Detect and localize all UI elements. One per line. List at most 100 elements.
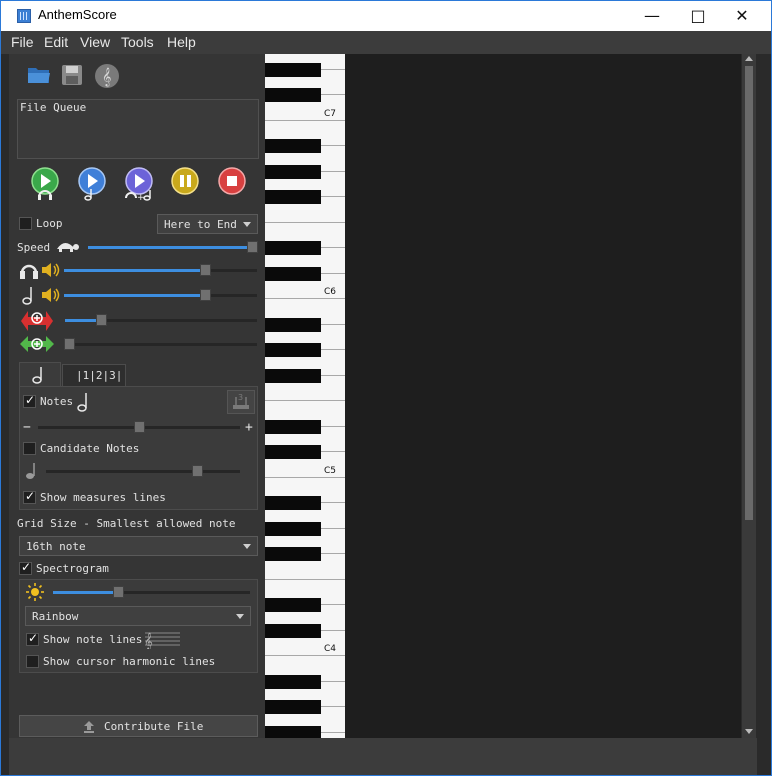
minimize-button[interactable]: — [629, 1, 675, 31]
time-zoom-slider[interactable] [63, 338, 257, 350]
audio-volume-fill [64, 269, 205, 272]
notes-volume-slider[interactable] [64, 289, 257, 301]
vertical-scrollbar[interactable] [742, 54, 756, 738]
menu-edit[interactable]: Edit [44, 34, 68, 50]
speed-slider[interactable] [88, 241, 258, 253]
play-audio-button[interactable] [31, 167, 59, 200]
tab-measures[interactable]: |1|2|3| [62, 364, 126, 386]
pause-button[interactable] [171, 167, 199, 195]
app-logo-icon [17, 9, 31, 23]
notes-threshold-slider[interactable] [38, 421, 240, 433]
piano-black-key[interactable] [265, 62, 321, 77]
headphones-icon [19, 261, 39, 279]
notes-checkbox[interactable] [23, 393, 36, 408]
piano-black-key[interactable] [265, 623, 321, 638]
piano-black-key[interactable] [265, 190, 321, 204]
play-notes-button[interactable] [78, 167, 106, 201]
close-button[interactable]: ✕ [719, 1, 765, 31]
menu-help[interactable]: Help [167, 34, 196, 50]
note-settings-button[interactable]: 3 [227, 390, 255, 414]
piano-black-key[interactable] [265, 496, 321, 510]
decrease-threshold-icon[interactable]: − [23, 420, 31, 435]
menu-view[interactable]: View [80, 34, 110, 50]
show-note-lines-checkbox[interactable] [26, 631, 39, 646]
playback-range-value: Here to End [164, 218, 237, 231]
piano-keyboard[interactable]: C7 C6 C5 C4 [265, 54, 345, 738]
show-measures-checkbox[interactable] [23, 489, 36, 504]
grid-size-label: Grid Size - Smallest allowed note [17, 517, 236, 530]
candidate-notes-checkbox[interactable] [23, 442, 36, 455]
vertical-zoom-icon [19, 309, 55, 331]
tab-notes[interactable] [19, 362, 61, 386]
show-cursor-harmonic-checkbox[interactable] [26, 655, 39, 668]
brightness-slider[interactable] [53, 586, 250, 598]
notes-volume-fill [64, 294, 205, 297]
contribute-file-label: Contribute File [104, 720, 204, 733]
piano-black-key[interactable] [265, 674, 321, 689]
play-audio-and-notes-button[interactable]: + [124, 167, 153, 203]
note-icon [32, 367, 42, 384]
piano-black-key[interactable] [265, 241, 321, 255]
open-folder-icon[interactable] [27, 63, 51, 87]
piano-black-key[interactable] [265, 317, 321, 332]
spectrogram-checkbox[interactable] [19, 560, 32, 575]
piano-black-key[interactable] [265, 266, 321, 281]
piano-black-key[interactable] [265, 725, 321, 738]
speed-slider-handle[interactable] [247, 241, 258, 253]
app-window: AnthemScore — □ ✕ File Edit View Tools H… [0, 0, 772, 776]
menu-file[interactable]: File [11, 34, 34, 50]
brightness-fill [53, 591, 118, 594]
treble-clef-icon[interactable]: 𝄞 [94, 63, 119, 88]
save-icon[interactable] [60, 63, 84, 87]
staff-lines-icon: 𝄞 [143, 629, 181, 650]
piano-black-key[interactable] [265, 598, 321, 612]
pitch-zoom-handle[interactable] [96, 314, 108, 326]
playback-range-dropdown[interactable]: Here to End [157, 214, 258, 234]
octave-label: C5 [324, 465, 337, 476]
chevron-down-icon [236, 614, 244, 619]
file-queue-list[interactable]: File Queue [17, 99, 259, 159]
piano-black-key[interactable] [265, 164, 321, 179]
colormap-dropdown[interactable]: Rainbow [25, 606, 251, 626]
candidate-threshold-slider[interactable] [46, 465, 240, 477]
notes-volume-handle[interactable] [199, 289, 211, 301]
grid-size-dropdown[interactable]: 16th note [19, 536, 258, 556]
time-zoom-handle[interactable] [63, 338, 75, 350]
speaker-icon [41, 262, 61, 278]
stop-button[interactable] [218, 167, 246, 195]
piano-black-key[interactable] [265, 547, 321, 561]
loop-checkbox[interactable] [19, 217, 32, 230]
piano-black-key[interactable] [265, 343, 321, 357]
candidate-threshold-handle[interactable] [192, 465, 204, 477]
piano-black-key[interactable] [265, 368, 321, 383]
brightness-icon [25, 582, 45, 602]
maximize-button[interactable]: □ [675, 1, 721, 31]
spectrogram-canvas[interactable] [345, 54, 741, 738]
brightness-handle[interactable] [113, 586, 124, 598]
chevron-down-icon [243, 544, 251, 549]
show-cursor-harmonic-label: Show cursor harmonic lines [43, 655, 216, 668]
tab-measures-label: |1|2|3| [76, 369, 123, 382]
audio-volume-slider[interactable] [64, 264, 257, 276]
horizontal-zoom-icon [19, 334, 55, 354]
audio-volume-handle[interactable] [199, 264, 211, 276]
svg-text:𝄞: 𝄞 [102, 67, 111, 87]
contribute-file-button[interactable]: Contribute File [19, 715, 258, 737]
scroll-down-icon[interactable] [745, 729, 753, 734]
file-queue-label: File Queue [20, 101, 87, 114]
piano-black-key[interactable] [265, 445, 321, 459]
piano-black-key[interactable] [265, 139, 321, 153]
colormap-value: Rainbow [32, 610, 79, 623]
scroll-up-icon[interactable] [745, 56, 753, 61]
increase-threshold-icon[interactable]: + [245, 420, 253, 435]
menu-tools[interactable]: Tools [121, 34, 154, 50]
piano-black-key[interactable] [265, 419, 321, 434]
piano-black-key[interactable] [265, 521, 321, 536]
piano-black-key[interactable] [265, 700, 321, 714]
notes-threshold-handle[interactable] [134, 421, 145, 433]
piano-black-key[interactable] [265, 88, 321, 102]
scrollbar-thumb[interactable] [745, 66, 753, 520]
pitch-zoom-slider[interactable] [65, 314, 257, 326]
notes-label: Notes [40, 395, 74, 408]
octave-label: C7 [324, 108, 337, 119]
